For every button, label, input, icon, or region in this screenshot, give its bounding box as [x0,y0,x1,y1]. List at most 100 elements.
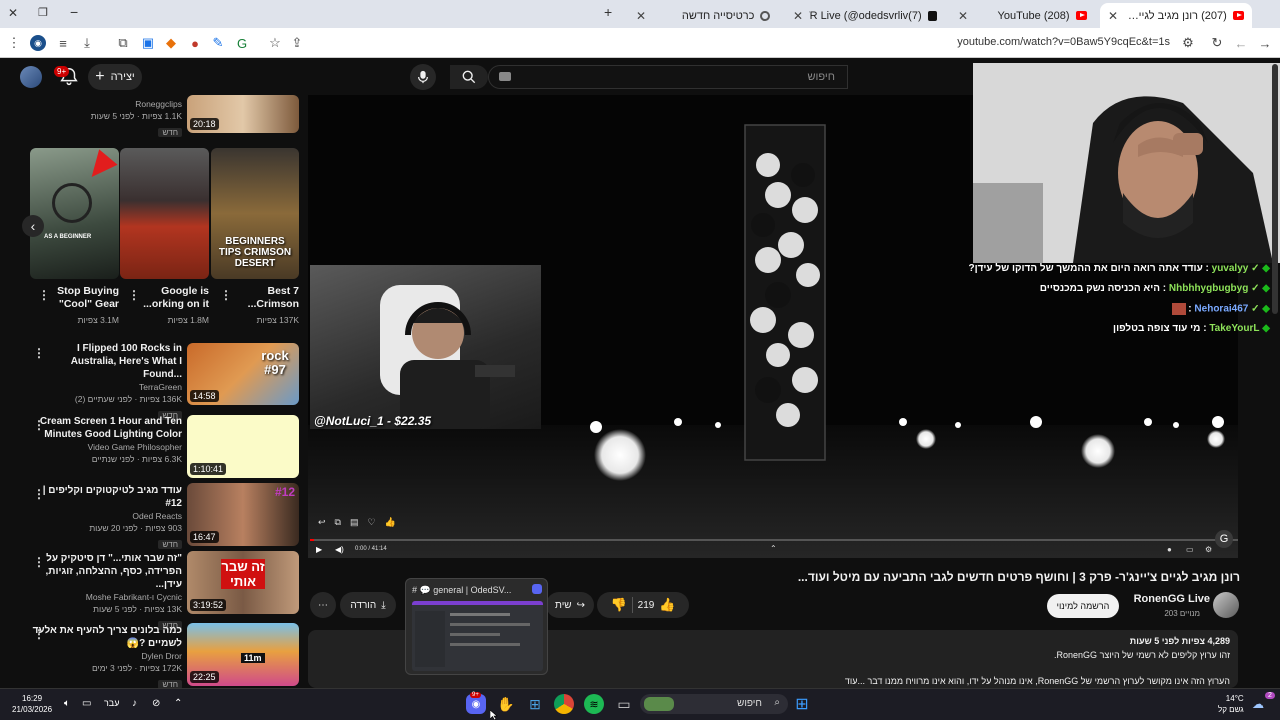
file-explorer-icon[interactable]: ▭ [614,694,634,714]
sidebar-top-item-info[interactable]: Roneggclips 1.1K צפיות · לפני 5 שעות חדש [10,98,182,140]
short-info[interactable]: Best 7 ...Crimson 137K צפיות [235,285,299,326]
bookmark-star-icon[interactable]: ☆ [267,35,283,51]
subscribe-button[interactable]: הרשמה למינוי [1047,594,1119,618]
settings-icon[interactable]: ⚙ [1205,545,1212,554]
video-thumbnail[interactable]: 20:18 [187,95,299,133]
list-item[interactable]: Cream Screen 1 Hour and Ten Minutes Good… [30,415,182,477]
download-icon[interactable]: ⤓ [79,35,95,51]
more-icon[interactable]: ⋮ [33,346,45,360]
close-tab-icon[interactable]: ✕ [1108,9,1118,23]
more-icon[interactable]: ⋮ [38,288,50,302]
voice-search-button[interactable] [410,64,436,90]
channel-name[interactable]: Dylen Dror [30,650,182,662]
short-thumbnail[interactable] [120,148,209,279]
like-button[interactable]: 👍 [659,597,675,613]
spotify-app-icon[interactable]: ≋ [584,694,604,714]
comment-icon[interactable]: ▤ [350,517,359,528]
maximize-window-icon[interactable]: ❐ [38,6,48,19]
avatar[interactable] [20,66,42,88]
chat-username[interactable]: Nhbhhygbugbyg [1169,283,1248,294]
site-settings-icon[interactable]: ⚙ [1180,35,1196,51]
extension-icon[interactable]: ▣ [140,35,156,51]
share-icon[interactable]: ⇪ [289,35,305,51]
weather-widget[interactable]: 14°C גשם קל [1218,693,1244,715]
copy-icon[interactable]: ⧉ [335,517,341,528]
speaker-icon[interactable]: 🔈︎ [64,698,70,709]
page-scrollbar[interactable] [1272,64,1278,314]
channel-name[interactable]: TerraGreen [30,381,182,393]
grammarly-icon[interactable]: G [234,35,250,51]
chat-username[interactable]: yuvalyy [1212,263,1249,274]
video-thumbnail[interactable]: #12 16:47 [187,483,299,546]
chat-username[interactable]: Nehorai467 [1194,304,1248,315]
more-icon[interactable]: ⋮ [33,627,45,641]
windows-start-icon[interactable]: ⊞ [792,694,812,714]
more-icon[interactable]: ⋮ [33,487,45,501]
network-icon[interactable]: ▭ [82,698,91,709]
microphone-icon[interactable]: ♪ [132,698,137,709]
share-button[interactable]: שית ↪ [546,592,594,618]
video-thumbnail[interactable]: 1:10:41 [187,415,299,478]
channel-name[interactable]: Oded Reacts [30,510,182,522]
dislike-icon[interactable]: ♡ [368,517,376,528]
more-icon[interactable]: ⋮ [128,288,140,302]
apps-grid-icon[interactable]: ⊞ [525,694,545,714]
url-text[interactable]: youtube.com/watch?v=0Baw5Y9cqEc&t=1s [957,36,1170,48]
search-button[interactable] [450,65,488,89]
short-thumbnail[interactable]: BEGINNERS TIPS CRIMSON DESERT [211,148,299,279]
captions-icon[interactable]: ▭ [1186,545,1194,554]
taskbar-search[interactable]: חיפוש ⌕ [640,694,788,714]
app-icon[interactable]: ✋ [496,694,516,714]
reload-icon[interactable]: ↻ [1209,35,1225,51]
chevron-up-icon[interactable]: ⌃ [174,698,182,709]
extension-icon[interactable]: ✎ [210,35,226,51]
tab-youtube[interactable]: (208) YouTube ✕ [950,3,1095,28]
tab-active[interactable]: (207) רונן מגיב לגיים צ'יינג'ר- פרק ✕ [1100,3,1252,28]
play-icon[interactable]: ▶ [316,545,322,554]
video-thumbnail[interactable]: rock #97 14:58 [187,343,299,405]
channel-avatar[interactable] [1213,592,1239,618]
grammarly-icon[interactable]: G [1215,530,1233,548]
list-item[interactable]: I Flipped 100 Rocks in Australia, Here's… [30,342,182,420]
channel-name[interactable]: Roneggclips [10,98,182,110]
more-icon[interactable]: ⋮ [33,418,45,432]
keyboard-icon[interactable] [499,72,511,81]
video-thumbnail[interactable]: 11m 22:25 [187,623,299,686]
share-icon[interactable]: ↩ [318,517,326,528]
taskbar-preview-popup[interactable]: # 💬 general | OdedSV... [405,578,548,675]
chevron-up-icon[interactable]: ⌃ [770,544,777,553]
channel-name[interactable]: RonenGG Live [1134,593,1210,605]
close-tab-icon[interactable]: ✕ [958,9,968,23]
list-item[interactable]: עודד מגיב לטיקטוקים וקליפים | #12 Oded R… [30,484,182,549]
tab-new[interactable]: כרטיסייה חדשה ✕ [628,3,778,28]
new-tab-icon[interactable]: + [604,4,612,20]
profile-icon[interactable]: ◉ [30,35,46,51]
shorts-prev-button[interactable]: ‹ [22,215,44,237]
list-item[interactable]: "זה שבר אותי..." דן סיטקיק על הפרידה, כס… [30,552,182,630]
extension-icon[interactable]: ◆ [163,35,179,51]
language-indicator[interactable]: עבר [104,698,119,708]
download-button[interactable]: הורדה ⤓ [340,592,396,618]
channel-name[interactable]: Video Game Philosopher [30,441,182,453]
tab-odedsvr[interactable]: (7)OdedSVR Live (@odedsvrliv ✕ [785,3,945,28]
chrome-app-icon[interactable] [554,694,574,714]
short-info[interactable]: Google is ...orking on it 1.8M צפיות [130,285,209,326]
dislike-button[interactable]: 👎 [610,597,626,613]
close-tab-icon[interactable]: ✕ [636,9,646,23]
short-info[interactable]: Stop Buying "Cool" Gear 3.1M צפיות [40,285,119,326]
clock[interactable]: 16:29 21/03/2026 [12,693,52,715]
chat-username[interactable]: TakeYourL [1209,323,1259,334]
close-window-icon[interactable]: ✕ [8,6,18,20]
more-icon[interactable]: ⋮ [220,288,232,302]
more-icon[interactable]: ⋮ [33,555,45,569]
list-item[interactable]: כמה בלונים צריך להעיף את אלעד לשמיים ?😱 … [30,624,182,689]
progress-bar[interactable] [310,539,1238,541]
playlist-icon[interactable]: ≡ [55,35,71,51]
extensions-icon[interactable]: ⧉ [115,35,131,51]
like-icon[interactable]: 👍 [385,517,396,528]
autoplay-icon[interactable]: ● [1167,545,1172,554]
menu-icon[interactable]: ⋮ [6,35,22,51]
volume-icon[interactable]: ◀) [335,545,344,554]
mute-icon[interactable]: ⊘ [152,698,160,709]
minimize-window-icon[interactable]: − [70,4,78,20]
